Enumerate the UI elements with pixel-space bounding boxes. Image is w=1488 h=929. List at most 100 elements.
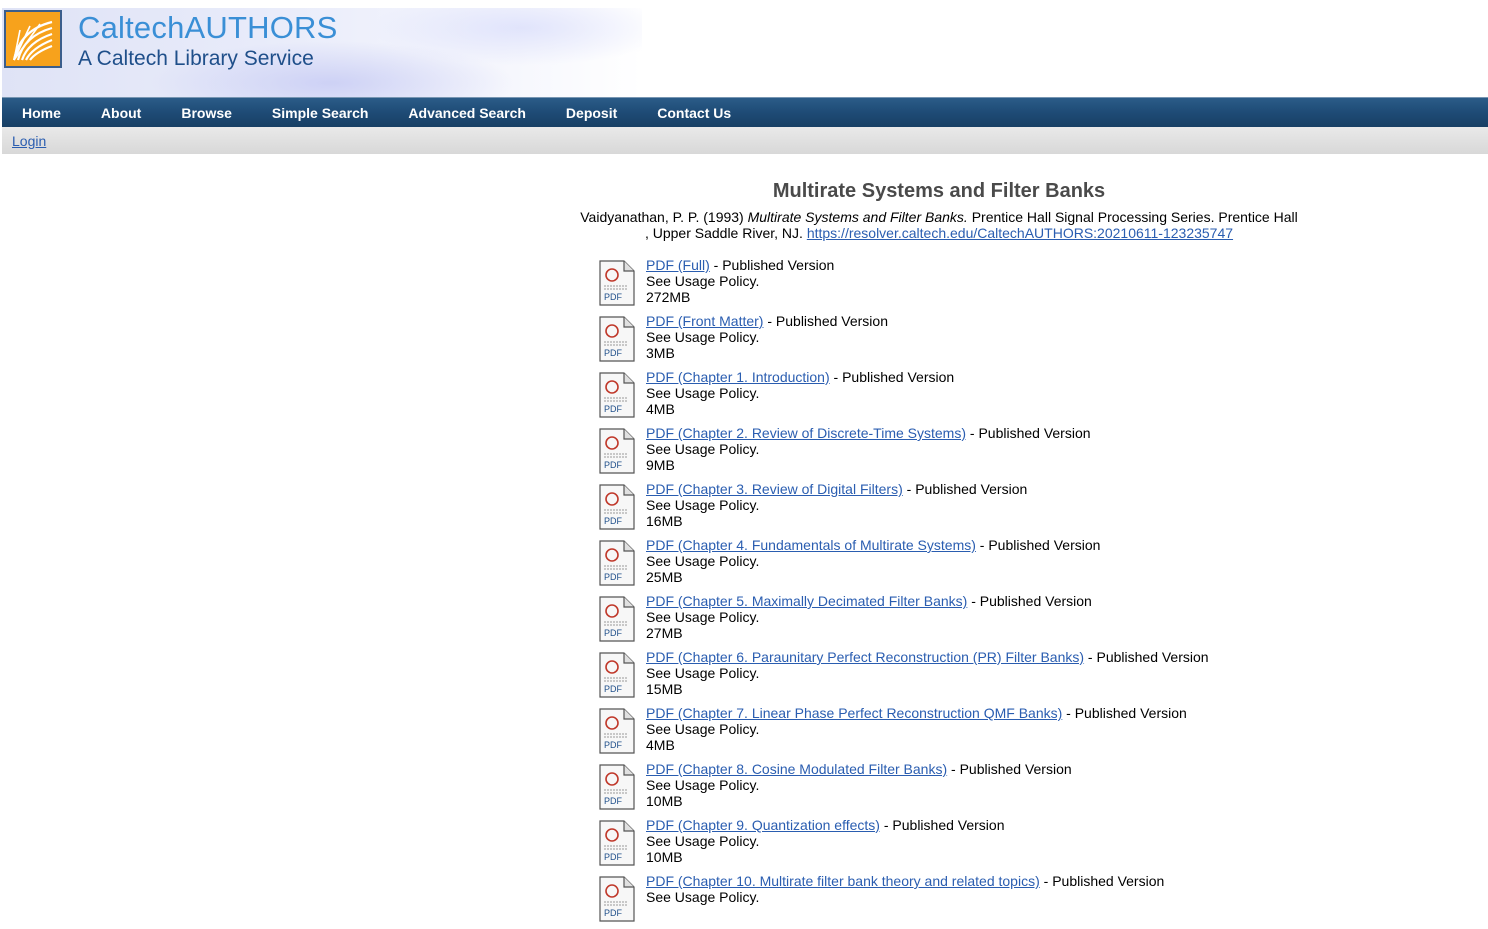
file-version: - Published Version (975, 537, 1101, 553)
pdf-file-icon[interactable]: PDF (598, 708, 636, 754)
file-version: - Published Version (1084, 649, 1209, 665)
nav-contact-us[interactable]: Contact Us (637, 105, 751, 121)
file-link[interactable]: PDF (Chapter 1. Introduction) (646, 369, 830, 385)
file-policy: See Usage Policy. (646, 609, 760, 625)
citation: Vaidyanathan, P. P. (1993) Multirate Sys… (580, 209, 1298, 241)
file-policy: See Usage Policy. (646, 889, 760, 905)
file-item: PDF PDF (Chapter 4. Fundamentals of Mult… (598, 537, 1298, 593)
caltech-library-logo[interactable] (4, 10, 62, 68)
svg-text:PDF: PDF (604, 404, 623, 414)
pdf-file-icon[interactable]: PDF (598, 372, 636, 418)
pdf-file-icon[interactable]: PDF (598, 820, 636, 866)
svg-text:PDF: PDF (604, 908, 623, 918)
file-link[interactable]: PDF (Chapter 10. Multirate filter bank t… (646, 873, 1040, 889)
file-size: 25MB (646, 569, 683, 585)
file-size: 4MB (646, 401, 675, 417)
file-version: - Published Version (709, 257, 835, 273)
pdf-file-icon[interactable]: PDF (598, 596, 636, 642)
file-link[interactable]: PDF (Chapter 4. Fundamentals of Multirat… (646, 537, 976, 553)
record-content: Multirate Systems and Filter Banks Vaidy… (580, 180, 1298, 929)
file-policy: See Usage Policy. (646, 273, 760, 289)
file-link[interactable]: PDF (Full) (646, 257, 710, 273)
file-policy: See Usage Policy. (646, 777, 760, 793)
file-size: 10MB (646, 849, 683, 865)
file-link[interactable]: PDF (Chapter 5. Maximally Decimated Filt… (646, 593, 967, 609)
file-policy: See Usage Policy. (646, 665, 760, 681)
file-link[interactable]: PDF (Chapter 8. Cosine Modulated Filter … (646, 761, 947, 777)
file-item: PDF PDF (Chapter 8. Cosine Modulated Fil… (598, 761, 1298, 817)
file-link[interactable]: PDF (Chapter 2. Review of Discrete-Time … (646, 425, 966, 441)
file-size: 3MB (646, 345, 675, 361)
file-policy: See Usage Policy. (646, 497, 760, 513)
file-version: - Published Version (902, 481, 1028, 497)
file-version: - Published Version (967, 593, 1092, 609)
file-version: - Published Version (1039, 873, 1165, 889)
file-version: - Published Version (763, 313, 888, 329)
svg-text:PDF: PDF (604, 628, 623, 638)
file-policy: See Usage Policy. (646, 385, 760, 401)
svg-text:PDF: PDF (604, 292, 623, 302)
file-link[interactable]: PDF (Chapter 3. Review of Digital Filter… (646, 481, 903, 497)
record-title: Multirate Systems and Filter Banks (772, 180, 1106, 202)
file-item: PDF PDF (Chapter 10. Multirate filter ba… (598, 873, 1298, 929)
nav-browse[interactable]: Browse (161, 105, 252, 121)
nav-about[interactable]: About (81, 105, 161, 121)
file-size: 272MB (646, 289, 691, 305)
file-policy: See Usage Policy. (646, 833, 760, 849)
file-item: PDF PDF (Chapter 7. Linear Phase Perfect… (598, 705, 1298, 761)
pdf-file-icon[interactable]: PDF (598, 652, 636, 698)
file-size: 4MB (646, 737, 675, 753)
svg-text:PDF: PDF (604, 796, 623, 806)
file-version: - Published Version (879, 817, 1005, 833)
file-version: - Published Version (947, 761, 1072, 777)
file-size: 9MB (646, 457, 675, 473)
citation-authors: Vaidyanathan, P. P. (1993) (580, 209, 744, 225)
file-link[interactable]: PDF (Chapter 7. Linear Phase Perfect Rec… (646, 705, 1062, 721)
file-item: PDF PDF (Full) - Published Version See U… (598, 257, 1298, 313)
file-link[interactable]: PDF (Front Matter) (646, 313, 763, 329)
file-item: PDF PDF (Chapter 9. Quantization effects… (598, 817, 1298, 873)
nav-deposit[interactable]: Deposit (546, 105, 637, 121)
file-policy: See Usage Policy. (646, 441, 760, 457)
svg-text:PDF: PDF (604, 572, 623, 582)
file-size: 15MB (646, 681, 683, 697)
svg-text:PDF: PDF (604, 516, 623, 526)
pdf-file-icon[interactable]: PDF (598, 260, 636, 306)
file-size: 10MB (646, 793, 683, 809)
file-item: PDF PDF (Chapter 3. Review of Digital Fi… (598, 481, 1298, 537)
file-link[interactable]: PDF (Chapter 6. Paraunitary Perfect Reco… (646, 649, 1084, 665)
pdf-file-icon[interactable]: PDF (598, 484, 636, 530)
nav-simple-search[interactable]: Simple Search (252, 105, 389, 121)
pdf-file-icon[interactable]: PDF (598, 428, 636, 474)
nav-advanced-search[interactable]: Advanced Search (388, 105, 546, 121)
file-item: PDF PDF (Chapter 6. Paraunitary Perfect … (598, 649, 1298, 705)
svg-text:PDF: PDF (604, 740, 623, 750)
pdf-file-icon[interactable]: PDF (598, 876, 636, 922)
file-version: - Published Version (966, 425, 1091, 441)
svg-text:PDF: PDF (604, 348, 623, 358)
pdf-file-icon[interactable]: PDF (598, 764, 636, 810)
file-size: 27MB (646, 625, 683, 641)
svg-text:PDF: PDF (604, 684, 623, 694)
file-item: PDF PDF (Chapter 2. Review of Discrete-T… (598, 425, 1298, 481)
svg-text:PDF: PDF (604, 460, 623, 470)
file-link[interactable]: PDF (Chapter 9. Quantization effects) (646, 817, 880, 833)
file-size: 16MB (646, 513, 683, 529)
pdf-file-icon[interactable]: PDF (598, 540, 636, 586)
file-policy: See Usage Policy. (646, 553, 760, 569)
citation-url-link[interactable]: https://resolver.caltech.edu/CaltechAUTH… (807, 225, 1233, 241)
pdf-file-icon[interactable]: PDF (598, 316, 636, 362)
login-link[interactable]: Login (12, 133, 46, 149)
file-list: PDF PDF (Full) - Published Version See U… (580, 257, 1298, 929)
login-bar: Login (2, 127, 1488, 154)
file-version: - Published Version (829, 369, 955, 385)
main-nav: Home About Browse Simple Search Advanced… (2, 97, 1488, 128)
file-policy: See Usage Policy. (646, 329, 760, 345)
file-item: PDF PDF (Chapter 1. Introduction) - Publ… (598, 369, 1298, 425)
site-header: CaltechAUTHORS A Caltech Library Service (2, 8, 1488, 97)
nav-home[interactable]: Home (2, 105, 81, 121)
site-title[interactable]: CaltechAUTHORS (78, 10, 337, 46)
svg-text:PDF: PDF (604, 852, 623, 862)
file-item: PDF PDF (Chapter 5. Maximally Decimated … (598, 593, 1298, 649)
site-subtitle: A Caltech Library Service (78, 47, 314, 70)
